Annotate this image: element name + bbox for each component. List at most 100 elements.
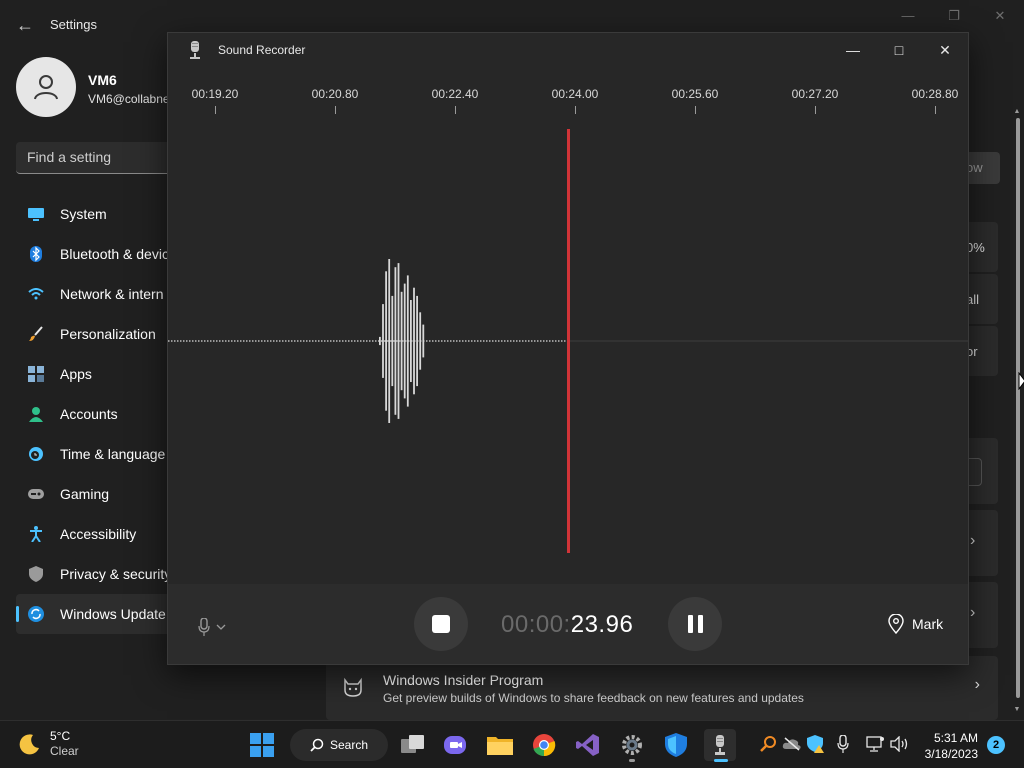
search-icon: [310, 738, 324, 752]
windows-logo-icon: [250, 733, 274, 757]
weather-widget[interactable]: 5°C Clear: [18, 729, 79, 759]
chat-icon: [444, 736, 466, 754]
microphone-app-icon: [715, 735, 725, 755]
elapsed-time-prefix: 00:00:: [501, 611, 571, 638]
waveform-bar: [397, 263, 400, 419]
timeline-tick-mark: [215, 106, 216, 114]
user-icon: [34, 75, 58, 100]
bluetooth-icon: [28, 246, 44, 262]
onedrive-offline-icon[interactable]: [781, 733, 803, 755]
clock-time: 5:31 AM: [933, 731, 978, 745]
scrollbar-thumb[interactable]: [1016, 118, 1020, 698]
waveform-bar: [416, 295, 418, 387]
waveform-bar: [413, 287, 415, 395]
timeline-tick-mark: [575, 106, 576, 114]
nav-item-label: Network & intern: [60, 286, 164, 302]
taskbar-clock[interactable]: 5:31 AM 3/18/2023: [918, 730, 978, 762]
microphone-selector[interactable]: [198, 618, 226, 636]
volume-icon[interactable]: [889, 733, 911, 755]
nav-item-label: Privacy & security: [60, 566, 172, 582]
taskbar-search[interactable]: Search: [290, 729, 388, 761]
teams-chat-button[interactable]: [440, 729, 472, 761]
timeline-tick-mark: [695, 106, 696, 114]
file-explorer-button[interactable]: [484, 729, 516, 761]
time-language-icon: [28, 446, 44, 462]
nav-item-label: Bluetooth & devic: [60, 246, 169, 262]
timeline-tick-mark: [935, 106, 936, 114]
chrome-button[interactable]: [528, 729, 560, 761]
security-warning-icon[interactable]: [805, 733, 827, 755]
waveform-bar: [406, 275, 409, 407]
microphone-app-icon: [188, 41, 202, 59]
user-email: VM6@collabne: [88, 92, 168, 106]
gear-icon: [622, 735, 642, 755]
windows-update-icon: [28, 606, 44, 622]
settings-title: Settings: [50, 17, 97, 32]
microphone-tray-icon[interactable]: [832, 733, 854, 755]
visual-studio-button[interactable]: [572, 729, 604, 761]
apps-icon: [28, 366, 44, 382]
waveform-bar: [391, 295, 394, 387]
recorder-controls: 00:00:23.96 Mark: [168, 584, 968, 664]
microphone-icon: [198, 618, 210, 636]
taskbar: 5°C Clear Search 5:31 AM 3/18/2023 2: [0, 720, 1024, 768]
elapsed-time-seconds: 23.96: [570, 611, 634, 638]
nav-item-label: System: [60, 206, 107, 222]
timeline-tick-label: 00:20.80: [311, 87, 359, 101]
timeline-tick-label: 00:24.00: [551, 87, 599, 101]
network-tray-icon[interactable]: [864, 733, 886, 755]
clock-date: 3/18/2023: [924, 747, 978, 761]
scroll-up-icon[interactable]: ▲: [1013, 108, 1021, 115]
insider-cat-icon: [342, 676, 364, 698]
shield-icon: [28, 566, 44, 582]
stop-icon: [432, 615, 450, 633]
folder-icon: [487, 737, 513, 755]
waveform-bar: [419, 312, 422, 370]
settings-taskbar-button[interactable]: [616, 729, 648, 762]
chevron-right-icon: ›: [970, 604, 976, 621]
location-pin-icon: [888, 614, 904, 634]
search-label: Search: [330, 738, 369, 752]
pause-icon: [697, 615, 703, 633]
timeline-tick-label: 00:19.20: [191, 87, 239, 101]
chrome-icon: [533, 734, 556, 757]
notification-badge[interactable]: 2: [987, 736, 1005, 754]
user-name: VM6: [88, 72, 117, 88]
timeline-tick-label: 00:22.40: [431, 87, 479, 101]
recorder-titlebar[interactable]: Sound Recorder — □ ✕: [168, 33, 968, 67]
timeline-tick-label: 00:25.60: [671, 87, 719, 101]
scroll-down-icon[interactable]: ▼: [1013, 706, 1021, 713]
nav-item-label: Gaming: [60, 486, 110, 502]
restore-icon[interactable]: ❐: [944, 8, 964, 24]
waveform-bar: [394, 267, 397, 415]
shield-icon: [665, 733, 687, 757]
waveform-bar: [382, 304, 384, 378]
waveform-bar: [403, 283, 406, 399]
maximize-icon[interactable]: □: [887, 39, 911, 61]
waveform-bar: [379, 336, 381, 346]
magnifier-tray-icon[interactable]: [757, 733, 779, 755]
chevron-down-icon: [216, 624, 226, 630]
sound-recorder-window: Sound Recorder — □ ✕ 00:19.20 00:20.80 00:…: [167, 32, 969, 665]
waveform-bar: [385, 271, 387, 411]
task-view-button[interactable]: [397, 729, 429, 761]
task-view-icon: [401, 735, 424, 753]
minimize-icon[interactable]: —: [898, 8, 918, 24]
start-button[interactable]: [246, 729, 278, 761]
back-arrow-icon[interactable]: ←: [14, 14, 36, 36]
brush-icon: [28, 326, 44, 342]
accounts-icon: [28, 406, 44, 422]
close-icon[interactable]: ✕: [933, 39, 957, 61]
close-icon[interactable]: ✕: [990, 8, 1010, 24]
pause-icon: [687, 615, 693, 633]
playhead-line[interactable]: [567, 129, 570, 553]
avatar[interactable]: [16, 57, 76, 117]
waveform-bar: [422, 324, 425, 358]
minimize-icon[interactable]: —: [841, 39, 865, 61]
pause-button[interactable]: [668, 597, 722, 651]
windows-insider-card[interactable]: Windows Insider Program Get preview buil…: [326, 656, 998, 720]
defender-button[interactable]: [660, 729, 692, 761]
sound-recorder-taskbar-button[interactable]: [704, 729, 736, 762]
mark-button[interactable]: Mark: [888, 614, 943, 634]
stop-button[interactable]: [414, 597, 468, 651]
